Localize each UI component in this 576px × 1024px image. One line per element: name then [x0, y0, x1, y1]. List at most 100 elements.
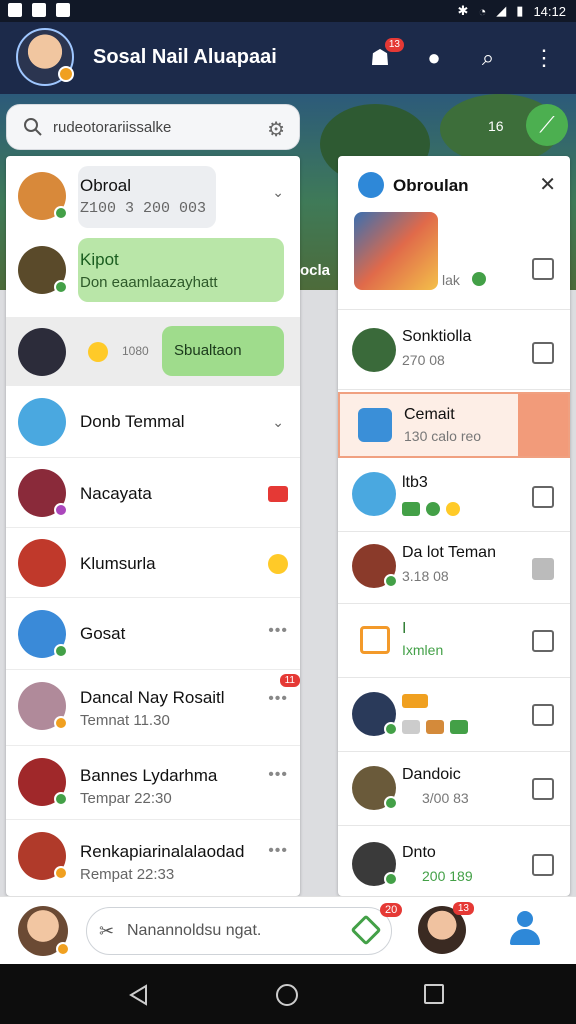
compose-badge: 20: [380, 903, 403, 917]
close-icon[interactable]: ✕: [539, 172, 556, 197]
recents-icon[interactable]: [424, 984, 444, 1004]
online-status-icon: [384, 796, 398, 810]
list-item[interactable]: Obroal Z100 3 200 003 ⌄: [6, 156, 300, 238]
list-item[interactable]: Kipot Don eaamlaazayhatt: [6, 238, 300, 318]
avatar: [352, 544, 398, 588]
chat-time: 1080: [122, 344, 149, 358]
status-left-icons: [8, 3, 70, 17]
checkbox-icon[interactable]: [532, 558, 554, 580]
chat-name: Klumsurla: [80, 554, 156, 573]
profile-icon[interactable]: [508, 911, 542, 947]
chevron-down-icon[interactable]: ⌄: [272, 184, 284, 201]
list-item[interactable]: Dnto 200 189: [338, 834, 570, 896]
chat-time: Rempat 22:33: [80, 866, 175, 883]
avatar[interactable]: 13: [418, 902, 474, 954]
item-name: I: [402, 620, 407, 637]
search-bar[interactable]: rudeotorariissalke ⚙: [6, 104, 300, 150]
archive-icon[interactable]: [532, 486, 554, 508]
bell-icon[interactable]: ●: [420, 44, 448, 72]
online-status-icon: [54, 280, 68, 294]
scene-counter: 16: [488, 118, 504, 134]
more-icon[interactable]: •••: [268, 842, 288, 860]
list-item[interactable]: Bannes Lydarhma Tempar 22:30 •••: [6, 746, 300, 820]
list-item[interactable]: [338, 678, 570, 752]
message-bubble: [78, 238, 284, 302]
message-input[interactable]: ✂ Nanannoldsu ngat.: [86, 907, 392, 955]
status-right-icons: ✱ ◔ ◢ ▮ 14:12: [458, 3, 566, 19]
list-item[interactable]: Da lot Teman 3.18 08: [338, 532, 570, 604]
status-icon: [56, 942, 70, 956]
item-name: Dnto: [402, 844, 436, 861]
globe-icon: [358, 172, 384, 198]
archive-icon[interactable]: [532, 630, 554, 652]
search-icon[interactable]: ⌕: [474, 44, 502, 72]
send-icon[interactable]: [350, 914, 382, 946]
online-status-icon: [54, 206, 68, 220]
share-icon[interactable]: [532, 258, 554, 280]
people-icon[interactable]: ☗ 13: [366, 38, 404, 72]
group-thumbnail: [354, 212, 438, 290]
avatar: [18, 610, 68, 658]
status-icon: [54, 716, 68, 730]
list-item[interactable]: Klumsurla: [6, 528, 300, 598]
list-item[interactable]: ltb3: [338, 458, 570, 532]
compose-fab-button[interactable]: ⟋: [526, 104, 568, 146]
side-panel: Obroulan ✕ lak Sonktiolla 270 08 Cemait …: [338, 156, 570, 896]
list-item[interactable]: Sonktiolla 270 08: [338, 310, 570, 390]
archive-icon[interactable]: [532, 778, 554, 800]
chat-name: Kipot: [80, 250, 119, 269]
avatar: [352, 328, 396, 372]
app-icon: [32, 3, 46, 17]
avatar: [352, 472, 396, 516]
online-status-icon: [384, 574, 398, 588]
attach-icon[interactable]: ✂: [99, 921, 114, 942]
avatar: [18, 246, 68, 294]
status-time: 14:12: [533, 3, 566, 19]
status-icons: [402, 718, 474, 736]
page-title: Sosal Nail Aluapaai: [93, 46, 277, 68]
emoji-icon: [268, 554, 288, 574]
list-item[interactable]: Renkapiarinalalaodad Rempat 22:33 •••: [6, 820, 300, 896]
chevron-down-icon[interactable]: ⌄: [272, 414, 284, 431]
more-icon[interactable]: •••: [268, 690, 288, 708]
chat-name: Bannes Lydarhma: [80, 766, 218, 785]
item-sub: 3.18 08: [402, 568, 449, 584]
list-item[interactable]: Gosat •••: [6, 598, 300, 670]
list-item[interactable]: Nacayata: [6, 458, 300, 528]
share-icon[interactable]: [532, 854, 554, 876]
status-icons: [402, 692, 434, 710]
more-icon[interactable]: ⋮: [530, 44, 558, 72]
chat-time: Temnat 11.30: [80, 712, 170, 729]
list-item[interactable]: 1080 Sbualtaon: [6, 318, 300, 386]
online-status-icon: [54, 644, 68, 658]
more-icon[interactable]: •••: [268, 622, 288, 640]
archive-icon[interactable]: [532, 342, 554, 364]
item-sub: 270 08: [402, 352, 445, 368]
list-item[interactable]: Dandoic 3/00 83: [338, 752, 570, 826]
item-name: Dandoic: [402, 766, 461, 783]
avatar[interactable]: [18, 906, 70, 956]
item-name: Cemait: [404, 406, 455, 423]
item-name: ltb3: [402, 474, 428, 491]
archive-icon[interactable]: [532, 704, 554, 726]
item-sub: 200 189: [422, 868, 473, 884]
message-input-placeholder: Nanannoldsu ngat.: [127, 922, 262, 939]
home-icon[interactable]: [276, 984, 298, 1006]
list-item[interactable]: lak: [338, 212, 570, 310]
list-item[interactable]: Donb Temmal ⌄: [6, 386, 300, 458]
more-icon[interactable]: •••: [268, 766, 288, 784]
chat-name: Nacayata: [80, 484, 152, 503]
app-icon: [358, 408, 392, 442]
video-icon[interactable]: [268, 486, 288, 502]
avatar[interactable]: [16, 28, 74, 86]
list-item[interactable]: I Ixmlen: [338, 604, 570, 678]
search-input[interactable]: rudeotorariissalke: [53, 119, 171, 136]
action-tab[interactable]: [518, 394, 568, 456]
chat-preview: Z100 3 200 003: [80, 200, 207, 217]
back-icon[interactable]: [128, 984, 150, 1006]
list-item[interactable]: Cemait 130 calo reo: [338, 392, 570, 458]
list-item[interactable]: Dancal Nay Rosaitl Temnat 11.30 ••• 11: [6, 670, 300, 746]
status-icons: [402, 500, 466, 518]
avatar: [18, 682, 68, 730]
gear-icon[interactable]: ⚙: [267, 117, 285, 142]
